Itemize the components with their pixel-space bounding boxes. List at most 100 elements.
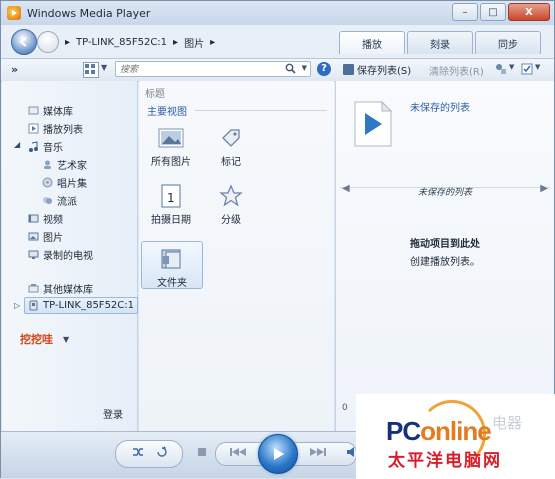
shuffle-repeat-group bbox=[115, 440, 183, 468]
group-header: 主要视图 bbox=[147, 107, 187, 118]
list-next-arrow-icon[interactable]: ▶ bbox=[540, 183, 548, 194]
stop-icon[interactable] bbox=[195, 445, 209, 459]
search-icon[interactable] bbox=[285, 63, 296, 74]
watermark-faint-text: 电器 bbox=[492, 414, 523, 432]
playlist-document-icon bbox=[354, 101, 392, 147]
search-dropdown-icon[interactable]: ▼ bbox=[302, 64, 307, 72]
sidebar-item-label: 音乐 bbox=[43, 143, 63, 154]
dig-service-button[interactable]: 挖挖哇 ▼ bbox=[20, 331, 69, 347]
clear-list-button[interactable]: 清除列表(R) bbox=[429, 63, 484, 78]
help-button[interactable]: ? bbox=[317, 62, 331, 76]
playlist-icon bbox=[28, 123, 39, 134]
breadcrumb: ▸ TP-LINK_85F52C:1 ▸ 图片 ▸ bbox=[65, 35, 215, 50]
sidebar-item-other-libraries[interactable]: 其他媒体库 bbox=[28, 281, 93, 296]
breadcrumb-item-device[interactable]: TP-LINK_85F52C:1 bbox=[76, 37, 167, 48]
title-bar[interactable]: Windows Media Player – □ X bbox=[1, 1, 554, 25]
next-track-icon[interactable] bbox=[305, 445, 329, 459]
picture-icon bbox=[157, 125, 185, 151]
column-header-title[interactable]: 标题 bbox=[145, 85, 165, 100]
genre-icon bbox=[42, 195, 53, 206]
sidebar-item-label: 视频 bbox=[43, 215, 63, 226]
sidebar-item-playlists[interactable]: 播放列表 bbox=[28, 121, 83, 136]
watermark-brand-online: online bbox=[420, 416, 492, 446]
sidebar-item-label: 播放列表 bbox=[43, 125, 83, 136]
picture-icon bbox=[28, 231, 39, 242]
music-collapse-icon[interactable]: ◢ bbox=[14, 140, 20, 149]
sidebar-item-label: 录制的电视 bbox=[43, 251, 93, 262]
minimize-button[interactable]: – bbox=[452, 3, 478, 21]
previous-track-icon[interactable] bbox=[227, 445, 251, 459]
tab-bar: 播放 刻录 同步 bbox=[339, 31, 541, 54]
back-button[interactable] bbox=[11, 29, 37, 55]
dig-dropdown-icon: ▼ bbox=[63, 334, 70, 344]
login-link[interactable]: 登录 bbox=[103, 406, 123, 421]
tile-tags[interactable]: 标记 bbox=[201, 121, 261, 169]
forward-button[interactable] bbox=[37, 31, 59, 53]
folder-icon bbox=[158, 246, 186, 272]
sidebar-item-artists[interactable]: 艺术家 bbox=[42, 157, 87, 172]
navigation-bar: ▸ TP-LINK_85F52C:1 ▸ 图片 ▸ 播放 刻录 同步 bbox=[1, 27, 554, 57]
play-button[interactable] bbox=[258, 434, 298, 474]
view-options-dropdown-icon[interactable]: ▼ bbox=[101, 63, 107, 72]
sidebar-item-recorded-tv[interactable]: 录制的电视 bbox=[28, 247, 93, 262]
expand-chevron-button[interactable]: » bbox=[11, 63, 18, 76]
sidebar-item-videos[interactable]: 视频 bbox=[28, 211, 63, 226]
svg-text:1: 1 bbox=[167, 191, 175, 205]
maximize-button[interactable]: □ bbox=[480, 3, 506, 21]
list-options-dropdown-icon[interactable]: ▼ bbox=[509, 63, 514, 71]
tv-icon bbox=[28, 249, 39, 260]
unsaved-list-title[interactable]: 未保存的列表 bbox=[410, 99, 470, 114]
tag-icon bbox=[217, 125, 245, 151]
window-title: Windows Media Player bbox=[27, 6, 151, 20]
list-options-icon[interactable] bbox=[495, 63, 507, 75]
play-icon bbox=[274, 448, 284, 460]
sidebar-item-albums[interactable]: 唱片集 bbox=[42, 175, 87, 190]
sidebar-item-label: 流派 bbox=[57, 197, 77, 208]
dig-service-label: 挖挖哇 bbox=[20, 333, 53, 346]
tile-folder[interactable]: 文件夹 bbox=[141, 241, 203, 289]
repeat-icon[interactable] bbox=[155, 445, 169, 459]
sidebar-item-label: 其他媒体库 bbox=[43, 285, 93, 296]
sidebar-item-library[interactable]: 媒体库 bbox=[28, 103, 73, 118]
tab-sync[interactable]: 同步 bbox=[475, 31, 541, 54]
sidebar-item-pictures[interactable]: 图片 bbox=[28, 229, 63, 244]
tile-label: 文件夹 bbox=[157, 278, 187, 289]
breadcrumb-separator: ▸ bbox=[65, 37, 71, 48]
other-libraries-icon bbox=[28, 283, 39, 294]
grid-icon bbox=[85, 64, 95, 74]
shuffle-icon[interactable] bbox=[131, 445, 145, 459]
device-expand-icon[interactable]: ▷ bbox=[14, 301, 20, 310]
search-input[interactable] bbox=[116, 62, 282, 78]
tile-date-taken[interactable]: 1 拍摄日期 bbox=[141, 179, 201, 227]
tile-all-pictures[interactable]: 所有图片 bbox=[141, 121, 201, 169]
sidebar-item-device[interactable]: TP-LINK_85F52C:1 bbox=[24, 297, 139, 314]
save-icon bbox=[343, 64, 354, 75]
sidebar-item-label: 媒体库 bbox=[43, 107, 73, 118]
tab-burn[interactable]: 刻录 bbox=[407, 31, 473, 54]
tile-label: 拍摄日期 bbox=[151, 215, 191, 226]
library-icon bbox=[28, 105, 39, 116]
breadcrumb-item-pictures[interactable]: 图片 bbox=[184, 35, 204, 50]
sidebar-item-music[interactable]: 音乐 bbox=[28, 139, 63, 154]
save-list-button[interactable]: 保存列表(S) bbox=[343, 62, 411, 77]
sidebar-item-genres[interactable]: 流派 bbox=[42, 193, 77, 208]
video-icon bbox=[28, 213, 39, 224]
tile-label: 所有图片 bbox=[151, 157, 191, 168]
checkbox-options-dropdown-icon[interactable]: ▼ bbox=[535, 63, 540, 71]
close-button[interactable]: X bbox=[508, 3, 550, 21]
watermark-brand: PConline bbox=[386, 416, 492, 447]
pconline-watermark: PConline 太平洋电脑网 电器 bbox=[356, 394, 555, 479]
tile-label: 标记 bbox=[221, 157, 241, 168]
content-area: 标题 主要视图 所有图片 标记 1 拍摄日期 分级 文件夹 bbox=[139, 81, 334, 431]
wmp-window: Windows Media Player – □ X ▸ TP-LINK_85F… bbox=[0, 0, 555, 479]
navigation-sidebar: 媒体库 播放列表 ◢ 音乐 艺术家 唱片集 流派 视频 图片 录制的电视 其他媒… bbox=[2, 81, 139, 431]
tile-rating[interactable]: 分级 bbox=[201, 179, 261, 227]
wmp-app-icon bbox=[7, 6, 21, 20]
album-icon bbox=[42, 177, 53, 188]
tab-play[interactable]: 播放 bbox=[339, 31, 405, 54]
search-box[interactable]: ▼ bbox=[115, 61, 311, 78]
breadcrumb-separator: ▸ bbox=[210, 37, 216, 48]
checkbox-options-icon[interactable] bbox=[521, 63, 533, 75]
breadcrumb-separator: ▸ bbox=[173, 37, 179, 48]
view-options-button[interactable] bbox=[83, 62, 99, 78]
